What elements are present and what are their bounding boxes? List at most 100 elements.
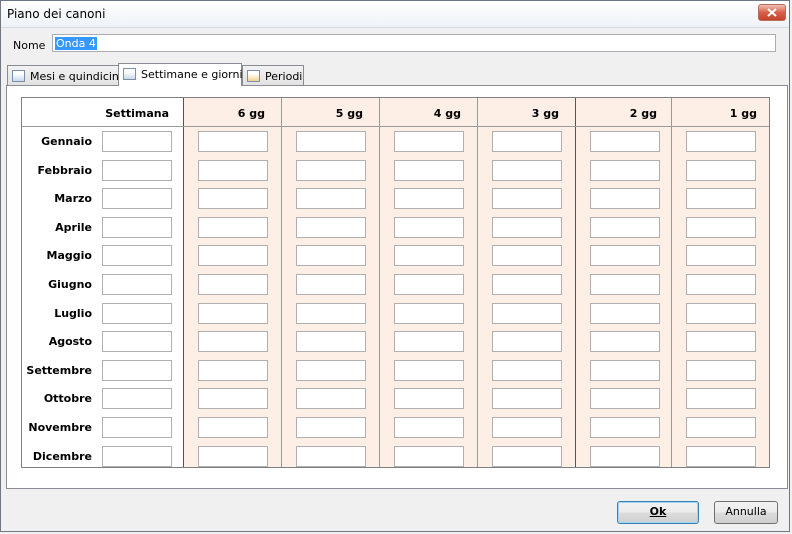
cancel-button[interactable]: Annulla	[714, 501, 778, 524]
ok-button[interactable]: Ok	[617, 501, 699, 524]
canone-input[interactable]	[102, 417, 172, 438]
canone-input[interactable]	[198, 188, 268, 210]
canone-input[interactable]	[198, 245, 268, 267]
canone-input[interactable]	[198, 131, 268, 152]
canone-input[interactable]	[296, 302, 366, 324]
canone-input[interactable]	[198, 331, 268, 353]
canone-input[interactable]	[102, 131, 172, 152]
canone-input[interactable]	[590, 331, 660, 353]
canone-input[interactable]	[394, 359, 464, 381]
canone-input[interactable]	[492, 302, 562, 324]
canone-input[interactable]	[492, 159, 562, 181]
canone-input[interactable]	[686, 388, 756, 410]
canone-input[interactable]	[590, 159, 660, 181]
canone-input[interactable]	[492, 417, 562, 438]
canone-input[interactable]	[198, 445, 268, 467]
canone-input[interactable]	[296, 131, 366, 152]
canone-input[interactable]	[394, 274, 464, 295]
canone-input[interactable]	[198, 274, 268, 295]
canone-input[interactable]	[590, 274, 660, 295]
canone-input[interactable]	[590, 188, 660, 210]
tab-mesi-quindicine[interactable]: Mesi e quindicine	[7, 65, 126, 85]
canone-input[interactable]	[492, 331, 562, 353]
canone-input[interactable]	[492, 388, 562, 410]
month-label: Marzo	[54, 192, 92, 206]
canone-input[interactable]	[394, 245, 464, 267]
canone-input[interactable]	[102, 359, 172, 381]
canone-input[interactable]	[492, 216, 562, 238]
column-header: 6 gg	[237, 107, 265, 120]
canone-input[interactable]	[102, 331, 172, 353]
canone-input[interactable]	[296, 359, 366, 381]
canone-input[interactable]	[492, 188, 562, 210]
canone-input[interactable]	[198, 159, 268, 181]
canone-input[interactable]	[394, 131, 464, 152]
column-divider	[183, 98, 184, 467]
canone-input[interactable]	[296, 274, 366, 295]
canone-input[interactable]	[394, 159, 464, 181]
tab-settimane-giorni[interactable]: Settimane e giorni	[118, 63, 243, 86]
canone-input[interactable]	[394, 216, 464, 238]
canone-input[interactable]	[296, 159, 366, 181]
canone-input[interactable]	[296, 445, 366, 467]
canone-input[interactable]	[296, 216, 366, 238]
canone-input[interactable]	[296, 417, 366, 438]
canone-input[interactable]	[686, 188, 756, 210]
canone-input[interactable]	[394, 188, 464, 210]
close-button[interactable]	[758, 4, 786, 21]
canone-input[interactable]	[686, 159, 756, 181]
canone-input[interactable]	[686, 302, 756, 324]
canone-input[interactable]	[590, 302, 660, 324]
canone-input[interactable]	[590, 245, 660, 267]
canone-input[interactable]	[686, 445, 756, 467]
tab-label: Mesi e quindicine	[30, 70, 126, 83]
tab-periodi[interactable]: Periodi	[242, 65, 304, 85]
tab-panel: Settimana 6 gg 5 gg 4 gg 3 gg 2 gg 1 gg Gennaio…	[6, 85, 788, 489]
canone-input[interactable]	[686, 417, 756, 438]
canone-input[interactable]	[686, 359, 756, 381]
canone-input[interactable]	[102, 274, 172, 295]
canone-input[interactable]	[590, 388, 660, 410]
column-header: 4 gg	[433, 107, 461, 120]
canone-input[interactable]	[296, 331, 366, 353]
canone-input[interactable]	[198, 417, 268, 438]
canone-input[interactable]	[198, 388, 268, 410]
canone-input[interactable]	[590, 216, 660, 238]
canone-input[interactable]	[590, 359, 660, 381]
canone-input[interactable]	[198, 302, 268, 324]
month-label: Novembre	[28, 421, 92, 434]
canone-input[interactable]	[686, 216, 756, 238]
calendar-icon	[12, 70, 25, 82]
canone-input[interactable]	[686, 274, 756, 295]
canone-input[interactable]	[198, 359, 268, 381]
canone-input[interactable]	[394, 331, 464, 353]
canone-input[interactable]	[296, 388, 366, 410]
canone-input[interactable]	[102, 159, 172, 181]
canone-input[interactable]	[686, 245, 756, 267]
canone-input[interactable]	[102, 216, 172, 238]
canone-input[interactable]	[198, 216, 268, 238]
canone-input[interactable]	[492, 274, 562, 295]
canone-input[interactable]	[394, 445, 464, 467]
canone-input[interactable]	[394, 302, 464, 324]
title-bar: Piano dei canoni	[1, 1, 789, 28]
nome-input[interactable]: Onda 4	[52, 34, 776, 52]
canone-input[interactable]	[686, 131, 756, 152]
canone-input[interactable]	[492, 131, 562, 152]
canone-input[interactable]	[590, 417, 660, 438]
canone-input[interactable]	[394, 388, 464, 410]
canone-input[interactable]	[102, 388, 172, 410]
canone-input[interactable]	[102, 245, 172, 267]
canone-input[interactable]	[394, 417, 464, 438]
canone-input[interactable]	[492, 359, 562, 381]
canone-input[interactable]	[686, 331, 756, 353]
canone-input[interactable]	[102, 188, 172, 210]
canone-input[interactable]	[590, 131, 660, 152]
canone-input[interactable]	[296, 188, 366, 210]
canone-input[interactable]	[296, 245, 366, 267]
canone-input[interactable]	[590, 445, 660, 467]
canone-input[interactable]	[492, 445, 562, 467]
canone-input[interactable]	[102, 445, 172, 467]
canone-input[interactable]	[492, 245, 562, 267]
canone-input[interactable]	[102, 302, 172, 324]
